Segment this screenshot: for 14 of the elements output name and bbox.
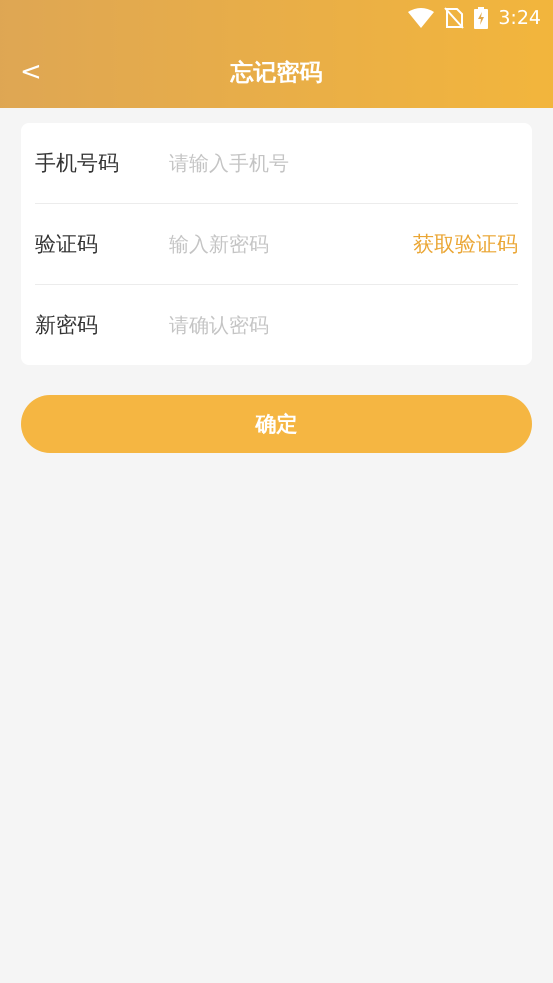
no-sim-icon: [444, 7, 464, 29]
field-label: 验证码: [35, 231, 99, 258]
field-label: 新密码: [35, 312, 99, 339]
field-label: 手机号码: [35, 150, 120, 177]
input-field[interactable]: 请输入手机号: [167, 142, 518, 184]
status-time: 3:24: [498, 7, 541, 29]
input-field[interactable]: 请确认密码: [167, 304, 518, 346]
battery-icon: [474, 7, 488, 29]
input-field[interactable]: 输入新密码: [167, 223, 413, 265]
get-code-link[interactable]: 获取验证码: [413, 230, 518, 258]
page-title: 忘记密码: [230, 58, 322, 88]
back-button[interactable]: <: [14, 53, 48, 91]
wifi-icon: [408, 8, 434, 28]
confirm-button[interactable]: 确定: [21, 395, 532, 453]
